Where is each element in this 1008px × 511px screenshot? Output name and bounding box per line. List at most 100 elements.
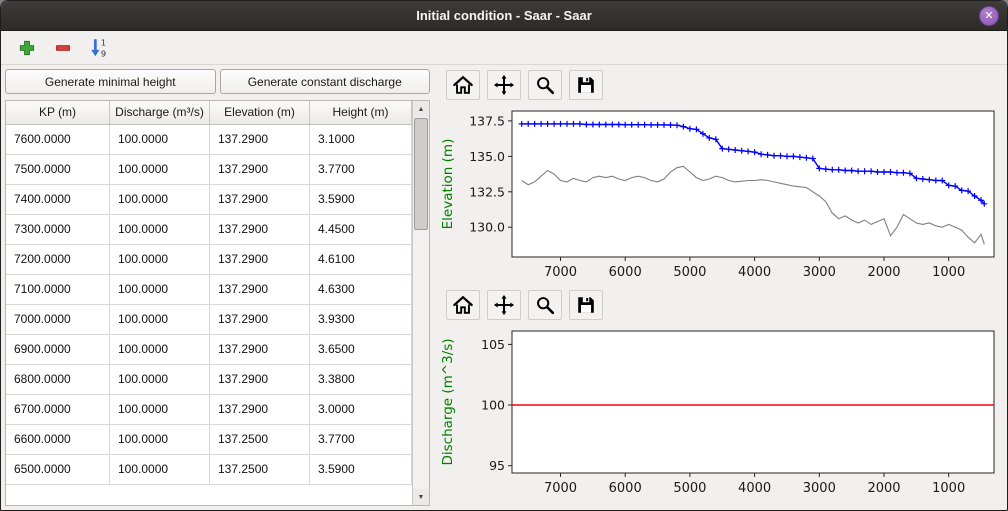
table-cell[interactable]: 100.0000	[110, 215, 210, 245]
save-button[interactable]	[569, 290, 603, 320]
table-cell[interactable]: 100.0000	[110, 455, 210, 485]
table-cell[interactable]: 7500.0000	[6, 155, 110, 185]
table-row[interactable]: 7100.0000100.0000137.29004.6300	[6, 275, 412, 305]
table-cell[interactable]: 100.0000	[110, 125, 210, 155]
column-header[interactable]: Elevation (m)	[210, 101, 310, 124]
table-cell[interactable]: 137.2900	[210, 395, 310, 425]
table-cell[interactable]: 7600.0000	[6, 125, 110, 155]
elevation-chart[interactable]: 7000600050004000300020001000130.0132.513…	[438, 103, 1004, 287]
home-button[interactable]	[446, 70, 480, 100]
column-header[interactable]: Height (m)	[310, 101, 412, 124]
table-cell[interactable]: 3.6500	[310, 335, 412, 365]
table-cell[interactable]: 3.5900	[310, 455, 412, 485]
table-header-row: KP (m)Discharge (m³/s)Elevation (m)Heigh…	[6, 101, 412, 125]
table-cell[interactable]: 100.0000	[110, 245, 210, 275]
left-panel: Generate minimal height Generate constan…	[1, 65, 434, 510]
table-row[interactable]: 6700.0000100.0000137.29003.0000	[6, 395, 412, 425]
scroll-down-button[interactable]: ▼	[413, 489, 429, 505]
close-button[interactable]: ✕	[979, 6, 999, 26]
table-cell[interactable]: 100.0000	[110, 335, 210, 365]
save-floppy-icon	[575, 74, 597, 96]
data-table: KP (m)Discharge (m³/s)Elevation (m)Heigh…	[5, 100, 430, 506]
home-icon	[452, 74, 474, 96]
table-cell[interactable]: 6700.0000	[6, 395, 110, 425]
scroll-up-icon: ▲	[418, 106, 425, 113]
table-cell[interactable]: 7200.0000	[6, 245, 110, 275]
table-row[interactable]: 7200.0000100.0000137.29004.6100	[6, 245, 412, 275]
generate-constant-discharge-button[interactable]: Generate constant discharge	[220, 69, 431, 94]
table-row[interactable]: 6900.0000100.0000137.29003.6500	[6, 335, 412, 365]
generate-minimal-height-button[interactable]: Generate minimal height	[5, 69, 216, 94]
sort-rows-button[interactable]: 1 9	[87, 36, 111, 60]
table-cell[interactable]: 100.0000	[110, 275, 210, 305]
table-cell[interactable]: 4.6300	[310, 275, 412, 305]
table-cell[interactable]: 3.7700	[310, 425, 412, 455]
table-cell[interactable]: 3.3800	[310, 365, 412, 395]
table-cell[interactable]: 137.2900	[210, 245, 310, 275]
table-cell[interactable]: 100.0000	[110, 185, 210, 215]
table-cell[interactable]: 7100.0000	[6, 275, 110, 305]
scrollbar-thumb[interactable]	[414, 118, 428, 230]
table-cell[interactable]: 7400.0000	[6, 185, 110, 215]
zoom-button[interactable]	[528, 290, 562, 320]
table-cell[interactable]: 100.0000	[110, 425, 210, 455]
table-cell[interactable]: 100.0000	[110, 395, 210, 425]
table-cell[interactable]: 137.2500	[210, 455, 310, 485]
plot-area[interactable]	[512, 331, 994, 473]
pan-button[interactable]	[487, 70, 521, 100]
table-row[interactable]: 7000.0000100.0000137.29003.9300	[6, 305, 412, 335]
scroll-down-icon: ▼	[418, 494, 425, 501]
pan-button[interactable]	[487, 290, 521, 320]
save-button[interactable]	[569, 70, 603, 100]
x-tick-label: 6000	[609, 265, 642, 280]
table-cell[interactable]: 6500.0000	[6, 455, 110, 485]
vertical-scrollbar[interactable]: ▲ ▼	[412, 101, 429, 505]
plot-area[interactable]	[512, 111, 994, 257]
column-header[interactable]: Discharge (m³/s)	[110, 101, 210, 124]
table-cell[interactable]: 137.2900	[210, 305, 310, 335]
table-cell[interactable]: 6600.0000	[6, 425, 110, 455]
table-cell[interactable]: 137.2900	[210, 185, 310, 215]
column-header[interactable]: KP (m)	[6, 101, 110, 124]
remove-row-button[interactable]	[51, 36, 75, 60]
table-cell[interactable]: 7000.0000	[6, 305, 110, 335]
table-row[interactable]: 6500.0000100.0000137.25003.5900	[6, 455, 412, 485]
table-cell[interactable]: 3.7700	[310, 155, 412, 185]
titlebar[interactable]: Initial condition - Saar - Saar ✕	[1, 1, 1007, 31]
home-button[interactable]	[446, 290, 480, 320]
table-row[interactable]: 7500.0000100.0000137.29003.7700	[6, 155, 412, 185]
table-cell[interactable]: 4.6100	[310, 245, 412, 275]
table-cell[interactable]: 3.1000	[310, 125, 412, 155]
table-row[interactable]: 7600.0000100.0000137.29003.1000	[6, 125, 412, 155]
table-cell[interactable]: 137.2900	[210, 335, 310, 365]
table-cell[interactable]: 7300.0000	[6, 215, 110, 245]
table-cell[interactable]: 3.5900	[310, 185, 412, 215]
table-cell[interactable]: 6800.0000	[6, 365, 110, 395]
table-cell[interactable]: 137.2900	[210, 275, 310, 305]
table-cell[interactable]: 6900.0000	[6, 335, 110, 365]
discharge-chart[interactable]: 700060005000400030002000100095100105Disc…	[438, 323, 1004, 503]
table-cell[interactable]: 137.2500	[210, 425, 310, 455]
table-cell[interactable]: 137.2900	[210, 155, 310, 185]
table-cell[interactable]: 3.0000	[310, 395, 412, 425]
table-row[interactable]: 6600.0000100.0000137.25003.7700	[6, 425, 412, 455]
scrollbar-track[interactable]	[413, 117, 429, 489]
table-cell[interactable]: 100.0000	[110, 365, 210, 395]
zoom-button[interactable]	[528, 70, 562, 100]
table-row[interactable]: 7400.0000100.0000137.29003.5900	[6, 185, 412, 215]
table-row[interactable]: 7300.0000100.0000137.29004.4500	[6, 215, 412, 245]
table-row[interactable]: 6800.0000100.0000137.29003.3800	[6, 365, 412, 395]
table-cell[interactable]: 137.2900	[210, 125, 310, 155]
table-cell[interactable]: 137.2900	[210, 365, 310, 395]
pan-move-icon	[493, 294, 515, 316]
add-row-button[interactable]	[15, 36, 39, 60]
table-cell[interactable]: 100.0000	[110, 305, 210, 335]
save-floppy-icon	[575, 294, 597, 316]
table-cell[interactable]: 137.2900	[210, 215, 310, 245]
scroll-up-button[interactable]: ▲	[413, 101, 429, 117]
table-cell[interactable]: 4.4500	[310, 215, 412, 245]
table-cell[interactable]: 100.0000	[110, 155, 210, 185]
elevation-plot-toolbar	[438, 67, 1007, 103]
table-cell[interactable]: 3.9300	[310, 305, 412, 335]
y-tick-label: 130.0	[469, 220, 505, 235]
